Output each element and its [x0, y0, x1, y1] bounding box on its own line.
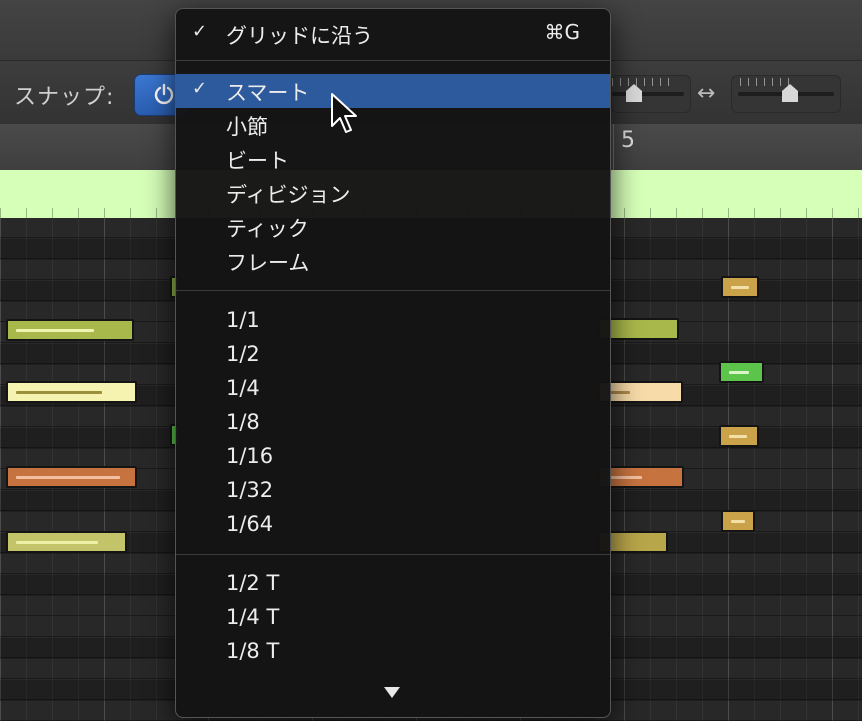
velocity-bar — [608, 476, 642, 479]
menu-item-division[interactable]: ディビジョン — [176, 176, 610, 210]
menu-item-label: ビート — [226, 149, 289, 173]
menu-separator — [176, 290, 610, 291]
menu-item-label: ディビジョン — [226, 183, 351, 207]
mouse-pointer-icon — [331, 93, 357, 133]
velocity-bar — [729, 435, 747, 438]
menu-item-label: 1/64 — [226, 512, 274, 536]
midi-note[interactable] — [719, 361, 764, 383]
keyboard-shortcut: ⌘G — [544, 20, 581, 44]
velocity-bar — [729, 371, 749, 374]
midi-note[interactable] — [6, 466, 137, 488]
snap-mode-menu: ✓ グリッドに沿う ⌘G ✓ スマート 小節 ビート ディビジョン ティック フ… — [175, 8, 611, 718]
menu-item-label: 小節 — [226, 115, 268, 139]
bar-line — [613, 124, 614, 170]
menu-item-label: 1/4 — [226, 376, 260, 400]
menu-item-smart[interactable]: ✓ スマート — [176, 74, 610, 108]
midi-note[interactable] — [6, 531, 127, 553]
menu-item-1-32[interactable]: 1/32 — [176, 475, 610, 509]
vertical-zoom-slider[interactable] — [611, 75, 691, 113]
slider-thumb[interactable] — [626, 84, 642, 102]
menu-item-1-1[interactable]: 1/1 — [176, 305, 610, 339]
horizontal-zoom-icon: ↔ — [697, 81, 716, 106]
menu-item-label: フレーム — [226, 251, 310, 275]
velocity-bar — [16, 541, 98, 544]
midi-note[interactable] — [721, 276, 759, 298]
slider-track — [612, 92, 684, 96]
menu-item-label: グリッドに沿う — [226, 24, 373, 48]
menu-item-snap-to-grid[interactable]: ✓ グリッドに沿う ⌘G — [176, 17, 610, 51]
midi-note[interactable] — [6, 381, 137, 403]
power-icon — [154, 83, 174, 105]
menu-item-label: 1/32 — [226, 478, 274, 502]
menu-item-label: 1/8 T — [226, 639, 280, 663]
velocity-bar — [16, 476, 120, 479]
menu-item-1-64[interactable]: 1/64 — [176, 509, 610, 543]
menu-item-bar[interactable]: 小節 — [176, 108, 610, 142]
menu-item-label: 1/4 T — [226, 605, 280, 629]
menu-item-1-4-triplet[interactable]: 1/4 T — [176, 602, 610, 636]
menu-item-ticks[interactable]: ティック — [176, 210, 610, 244]
menu-item-label: スマート — [226, 81, 310, 105]
midi-note[interactable] — [721, 510, 755, 532]
menu-item-label: 1/8 — [226, 410, 260, 434]
snap-label: スナップ: — [14, 85, 115, 110]
checkmark-icon: ✓ — [192, 78, 208, 99]
velocity-bar — [608, 391, 630, 394]
menu-item-1-8-triplet[interactable]: 1/8 T — [176, 636, 610, 670]
velocity-bar — [16, 329, 94, 332]
scroll-down-arrow-icon[interactable] — [384, 687, 400, 698]
menu-item-1-2-triplet[interactable]: 1/2 T — [176, 568, 610, 602]
horizontal-zoom-slider[interactable] — [731, 75, 841, 113]
menu-separator — [176, 554, 610, 555]
bar-number: 5 — [621, 128, 635, 153]
menu-item-1-16[interactable]: 1/16 — [176, 441, 610, 475]
menu-item-beat[interactable]: ビート — [176, 142, 610, 176]
menu-item-label: 1/16 — [226, 444, 274, 468]
menu-item-1-8[interactable]: 1/8 — [176, 407, 610, 441]
slider-ticks — [612, 78, 672, 86]
checkmark-icon: ✓ — [192, 21, 208, 42]
midi-note[interactable] — [719, 425, 759, 447]
midi-note[interactable] — [6, 319, 134, 341]
menu-separator — [176, 60, 610, 61]
velocity-bar — [16, 391, 102, 394]
menu-item-label: 1/2 T — [226, 571, 280, 595]
menu-item-label: ティック — [226, 217, 309, 241]
velocity-bar — [731, 286, 749, 289]
menu-item-frames[interactable]: フレーム — [176, 244, 610, 278]
menu-item-label: 1/2 — [226, 342, 260, 366]
menu-item-1-2[interactable]: 1/2 — [176, 339, 610, 373]
velocity-bar — [731, 520, 745, 523]
slider-thumb[interactable] — [782, 84, 798, 102]
menu-item-1-4[interactable]: 1/4 — [176, 373, 610, 407]
menu-item-label: 1/1 — [226, 308, 260, 332]
